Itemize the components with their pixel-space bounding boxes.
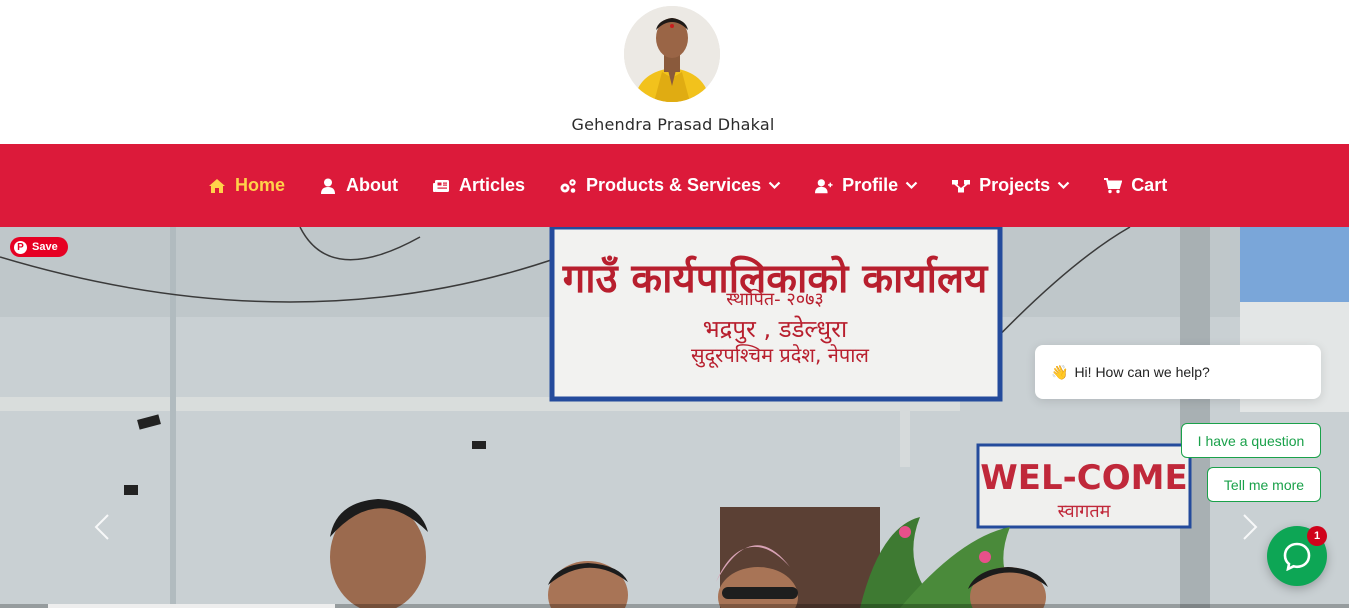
main-nav: Home About Articles Products & Services [0, 144, 1349, 227]
waving-hand-icon: 👋 [1051, 363, 1069, 380]
pinterest-save-button[interactable]: P Save [10, 237, 68, 257]
avatar-photo [624, 6, 720, 102]
sign-line-2: स्थापित- २०७३ [726, 288, 824, 310]
sign-line-3: भद्रपुर , डडेल्धुरा [703, 315, 848, 344]
nav-label-profile: Profile [842, 175, 899, 195]
site-header: Gehendra Prasad Dhakal [0, 0, 1349, 144]
chevron-right-icon [1243, 514, 1258, 540]
project-diagram-icon [952, 177, 971, 195]
newspaper-icon [432, 177, 450, 195]
nav-item-profile[interactable]: Profile [815, 175, 918, 196]
sign-line-4: सुदूरपश्चिम प्रदेश, नेपाल [691, 343, 869, 368]
nav-item-articles[interactable]: Articles [432, 175, 525, 196]
nav-item-projects[interactable]: Projects [952, 175, 1070, 196]
nav-item-cart[interactable]: Cart [1104, 175, 1167, 196]
nav-item-home[interactable]: Home [208, 175, 285, 196]
avatar[interactable] [624, 6, 720, 102]
pinterest-save-label: Save [32, 241, 58, 253]
user-icon [319, 177, 337, 195]
user-plus-icon [815, 177, 833, 195]
chevron-down-icon [1056, 179, 1070, 193]
nav-item-products-services[interactable]: Products & Services [559, 175, 781, 196]
chat-option-tell-more[interactable]: Tell me more [1207, 467, 1321, 502]
person-1 [330, 499, 428, 608]
welcome-sub: स्वागतम [1058, 501, 1112, 522]
slider-prev-arrow[interactable] [90, 507, 114, 547]
site-name[interactable]: Gehendra Prasad Dhakal [0, 115, 1346, 134]
cart-icon [1104, 177, 1123, 195]
chevron-down-icon [767, 179, 781, 193]
home-icon [208, 177, 226, 195]
nav-item-about[interactable]: About [319, 175, 398, 196]
office-signboard: गाउँ कार्यपालिकाको कार्यालय स्थापित- २०७… [549, 227, 1003, 402]
chevron-left-icon [94, 514, 109, 540]
gears-icon [559, 177, 577, 195]
chevron-down-icon [904, 179, 918, 193]
chat-option-question[interactable]: I have a question [1181, 423, 1321, 458]
nav-label-about: About [346, 175, 398, 195]
nav-label-products-services: Products & Services [586, 175, 762, 195]
nav-list: Home About Articles Products & Services [208, 144, 1201, 227]
nav-label-articles: Articles [459, 175, 526, 195]
chat-greeting-bubble[interactable]: 👋 Hi! How can we help? [1035, 345, 1321, 399]
welcome-text: WEL-COME [980, 458, 1187, 498]
chat-greeting-text: Hi! How can we help? [1074, 364, 1210, 380]
welcome-sign: WEL-COME स्वागतम [976, 443, 1192, 529]
chat-unread-badge: 1 [1307, 526, 1327, 546]
nav-label-home: Home [235, 175, 286, 195]
slider-progress-fill [48, 604, 335, 608]
nav-label-projects: Projects [979, 175, 1051, 195]
slider-next-arrow[interactable] [1238, 507, 1262, 547]
chat-icon [1283, 542, 1311, 571]
nav-label-cart: Cart [1131, 175, 1168, 195]
hero-photo: गाउँ कार्यपालिकाको कार्यालय स्थापित- २०७… [0, 227, 1349, 608]
pinterest-icon: P [14, 240, 27, 254]
hero-slider[interactable]: गाउँ कार्यपालिकाको कार्यालय स्थापित- २०७… [0, 227, 1349, 608]
